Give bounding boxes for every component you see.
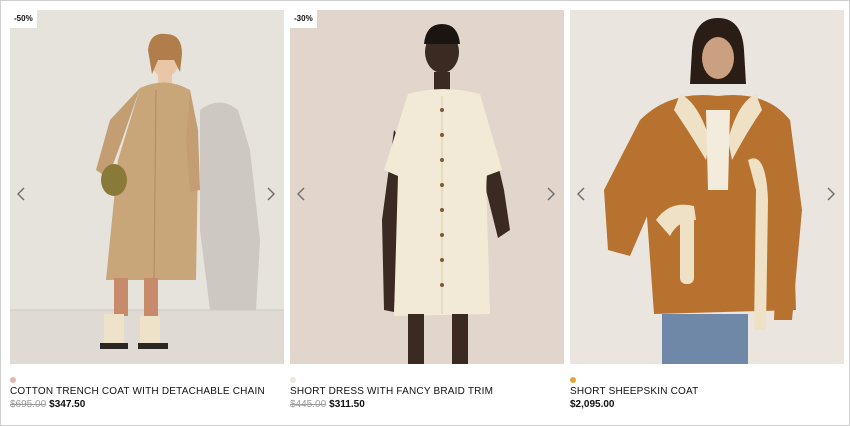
chevron-left-icon: [297, 187, 305, 201]
color-swatch[interactable]: [290, 377, 296, 383]
sale-price: $347.50: [49, 399, 86, 410]
next-image-button[interactable]: [544, 184, 558, 204]
product-price: $2,095.00: [570, 399, 844, 411]
chevron-left-icon: [577, 187, 585, 201]
product-card-short-dress[interactable]: -30% SHORT DRESS WITH FANCY BRAID TRIM $…: [290, 10, 564, 411]
prev-image-button[interactable]: [14, 184, 28, 204]
product-name[interactable]: COTTON TRENCH COAT WITH DETACHABLE CHAIN: [10, 386, 284, 397]
color-swatch[interactable]: [10, 377, 16, 383]
sale-price: $311.50: [329, 399, 365, 410]
chevron-left-icon: [17, 187, 25, 201]
original-price: $445.00: [290, 399, 327, 410]
product-image-sheepskin-coat[interactable]: [570, 10, 844, 364]
prev-image-button[interactable]: [574, 184, 588, 204]
color-swatch[interactable]: [570, 377, 576, 383]
product-image-trench-coat[interactable]: -50%: [10, 10, 284, 364]
original-price: $695.00: [10, 399, 47, 410]
discount-badge: -30%: [290, 10, 317, 28]
product-image-short-dress[interactable]: -30%: [290, 10, 564, 364]
prev-image-button[interactable]: [294, 184, 308, 204]
chevron-right-icon: [827, 187, 835, 201]
sheepskin-coat-photo: [570, 10, 844, 364]
next-image-button[interactable]: [264, 184, 278, 204]
discount-badge: -50%: [10, 10, 37, 28]
product-price: $695.00 $347.50: [10, 399, 284, 411]
chevron-right-icon: [547, 187, 555, 201]
product-name[interactable]: SHORT DRESS WITH FANCY BRAID TRIM: [290, 386, 564, 397]
product-card-sheepskin-coat[interactable]: SHORT SHEEPSKIN COAT $2,095.00: [570, 10, 844, 411]
trench-coat-photo: [10, 10, 284, 364]
chevron-right-icon: [267, 187, 275, 201]
next-image-button[interactable]: [824, 184, 838, 204]
price: $2,095.00: [570, 399, 615, 410]
product-price: $445.00 $311.50: [290, 399, 564, 411]
product-card-trench-coat[interactable]: -50% COTTON TRENCH COAT WITH DETACHABLE …: [10, 10, 284, 411]
product-name[interactable]: SHORT SHEEPSKIN COAT: [570, 386, 844, 397]
short-dress-photo: [290, 10, 564, 364]
